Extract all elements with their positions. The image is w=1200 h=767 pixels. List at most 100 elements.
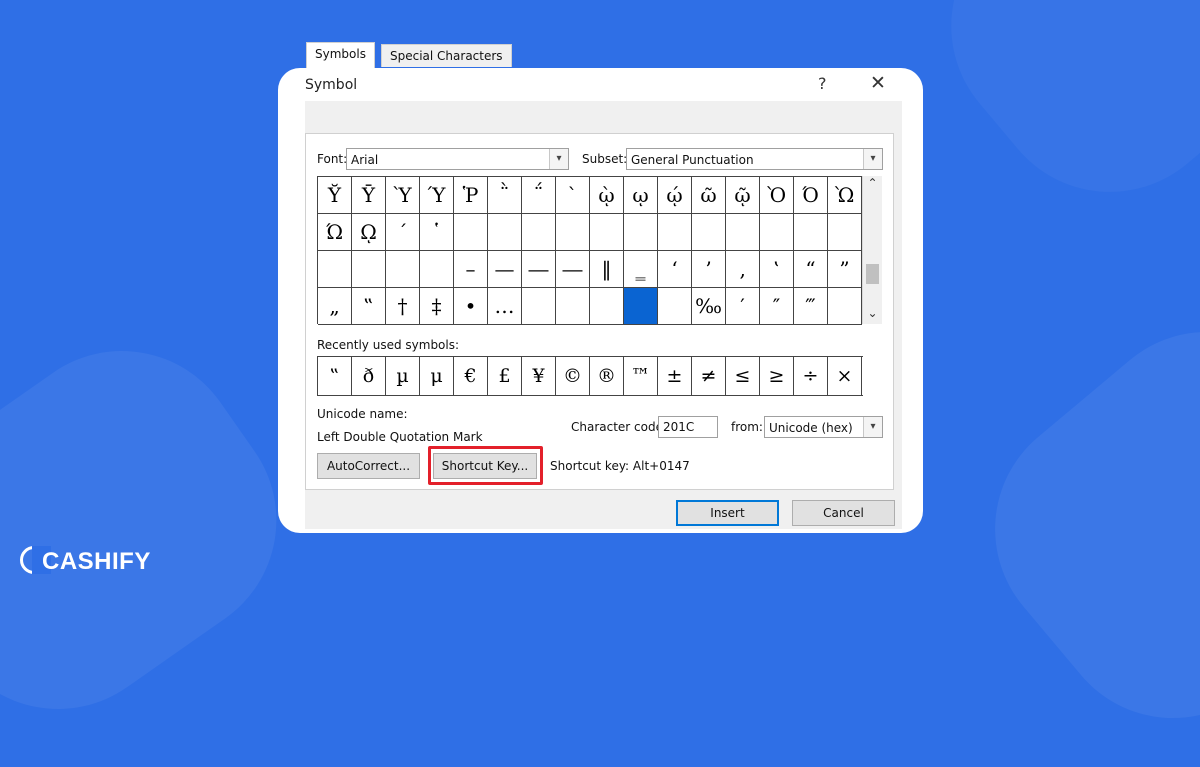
symbol-cell[interactable]: ″: [760, 288, 794, 325]
symbol-cell[interactable]: Ῥ: [454, 177, 488, 214]
subset-select[interactable]: General Punctuation ▾: [626, 148, 883, 170]
recent-symbol-cell[interactable]: £: [488, 357, 522, 395]
symbol-cell[interactable]: Ώ: [318, 214, 352, 251]
symbol-cell[interactable]: –: [454, 251, 488, 288]
chevron-down-icon[interactable]: ▾: [863, 149, 882, 169]
symbol-cell[interactable]: [454, 214, 488, 251]
symbol-cell[interactable]: `: [556, 177, 590, 214]
symbol-cell[interactable]: ‖: [590, 251, 624, 288]
symbol-cell[interactable]: ῼ: [352, 214, 386, 251]
symbol-cell[interactable]: ´: [386, 214, 420, 251]
symbol-cell[interactable]: [590, 214, 624, 251]
tab-symbols[interactable]: Symbols: [306, 42, 375, 68]
close-icon[interactable]: ✕: [870, 72, 886, 94]
recent-symbol-cell[interactable]: ±: [658, 357, 692, 395]
from-select[interactable]: Unicode (hex) ▾: [764, 416, 883, 438]
symbol-cell[interactable]: [658, 214, 692, 251]
chevron-down-icon[interactable]: ▾: [863, 417, 882, 437]
symbol-cell[interactable]: [522, 288, 556, 325]
symbol-cell[interactable]: [828, 288, 862, 325]
symbol-cell[interactable]: ῭: [488, 177, 522, 214]
recent-symbol-cell[interactable]: ≠: [692, 357, 726, 395]
scroll-down-icon[interactable]: ⌄: [863, 306, 882, 320]
symbol-cell[interactable]: Ῡ: [352, 177, 386, 214]
symbol-cell[interactable]: ”: [828, 251, 862, 288]
symbol-cell[interactable]: ―: [556, 251, 590, 288]
symbol-cell[interactable]: ‛: [760, 251, 794, 288]
symbol-cell[interactable]: [352, 251, 386, 288]
symbol-cell[interactable]: †: [386, 288, 420, 325]
symbol-cell[interactable]: ‡: [420, 288, 454, 325]
font-select[interactable]: Arial ▾: [346, 148, 569, 170]
symbol-cell[interactable]: …: [488, 288, 522, 325]
symbol-cell[interactable]: Ό: [794, 177, 828, 214]
help-icon[interactable]: ?: [818, 74, 827, 93]
recent-symbol-cell[interactable]: μ: [420, 357, 454, 395]
symbol-cell[interactable]: [828, 214, 862, 251]
tab-special-characters[interactable]: Special Characters: [381, 44, 512, 67]
symbol-cell[interactable]: ῳ: [624, 177, 658, 214]
shortcut-key-text: Shortcut key: Alt+0147: [550, 459, 690, 473]
recent-symbol-cell[interactable]: ‟: [318, 357, 352, 395]
recent-symbol-cell[interactable]: ÷: [794, 357, 828, 395]
symbol-cell[interactable]: Ὸ: [760, 177, 794, 214]
symbol-cell[interactable]: [420, 251, 454, 288]
autocorrect-button[interactable]: AutoCorrect...: [317, 453, 420, 479]
symbol-cell[interactable]: ‴: [794, 288, 828, 325]
recent-symbol-cell[interactable]: ≤: [726, 357, 760, 395]
symbol-cell[interactable]: [794, 214, 828, 251]
recent-symbol-cell[interactable]: ð: [352, 357, 386, 395]
symbol-cell[interactable]: [488, 214, 522, 251]
symbol-cell[interactable]: [556, 288, 590, 325]
symbol-cell-selected[interactable]: [624, 288, 658, 325]
symbol-cell[interactable]: ―: [522, 251, 556, 288]
recent-symbol-cell[interactable]: €: [454, 357, 488, 395]
symbol-cell[interactable]: ῾: [420, 214, 454, 251]
symbol-cell[interactable]: Ὼ: [828, 177, 862, 214]
symbol-cell[interactable]: [760, 214, 794, 251]
cancel-button[interactable]: Cancel: [792, 500, 895, 526]
scroll-thumb[interactable]: [866, 264, 879, 284]
symbol-cell[interactable]: •: [454, 288, 488, 325]
symbol-cell[interactable]: ‗: [624, 251, 658, 288]
character-code-input[interactable]: 201C: [658, 416, 718, 438]
symbol-cell[interactable]: [726, 214, 760, 251]
symbol-cell[interactable]: ‚: [726, 251, 760, 288]
recent-symbol-cell[interactable]: ®: [590, 357, 624, 395]
symbol-cell[interactable]: [318, 251, 352, 288]
grid-scrollbar[interactable]: ⌃ ⌄: [862, 176, 882, 324]
symbol-cell[interactable]: ’: [692, 251, 726, 288]
symbol-cell[interactable]: ‘: [658, 251, 692, 288]
symbol-cell[interactable]: ῴ: [658, 177, 692, 214]
symbol-cell[interactable]: ‰: [692, 288, 726, 325]
symbol-cell[interactable]: [624, 214, 658, 251]
symbol-cell[interactable]: Ῠ: [318, 177, 352, 214]
symbol-cell[interactable]: —: [488, 251, 522, 288]
recent-symbol-cell[interactable]: ≥: [760, 357, 794, 395]
recent-symbol-cell[interactable]: ×: [828, 357, 862, 395]
symbol-cell[interactable]: ῶ: [692, 177, 726, 214]
symbol-cell[interactable]: “: [794, 251, 828, 288]
symbol-cell[interactable]: ῷ: [726, 177, 760, 214]
symbol-cell[interactable]: ΅: [522, 177, 556, 214]
symbol-cell[interactable]: „: [318, 288, 352, 325]
symbol-cell[interactable]: [658, 288, 692, 325]
insert-button[interactable]: Insert: [676, 500, 779, 526]
symbol-cell[interactable]: [386, 251, 420, 288]
symbol-cell[interactable]: ′: [726, 288, 760, 325]
recent-symbol-cell[interactable]: ©: [556, 357, 590, 395]
character-code-label: Character code:: [571, 420, 668, 434]
symbol-cell[interactable]: Ὺ: [386, 177, 420, 214]
symbol-cell[interactable]: [556, 214, 590, 251]
recent-symbol-cell[interactable]: ™: [624, 357, 658, 395]
scroll-up-icon[interactable]: ⌃: [863, 176, 882, 190]
symbol-cell[interactable]: [590, 288, 624, 325]
symbol-cell[interactable]: ‟: [352, 288, 386, 325]
symbol-cell[interactable]: ῲ: [590, 177, 624, 214]
symbol-cell[interactable]: [692, 214, 726, 251]
symbol-cell[interactable]: [522, 214, 556, 251]
chevron-down-icon[interactable]: ▾: [549, 149, 568, 169]
recent-symbol-cell[interactable]: ¥: [522, 357, 556, 395]
symbol-cell[interactable]: Ύ: [420, 177, 454, 214]
recent-symbol-cell[interactable]: µ: [386, 357, 420, 395]
